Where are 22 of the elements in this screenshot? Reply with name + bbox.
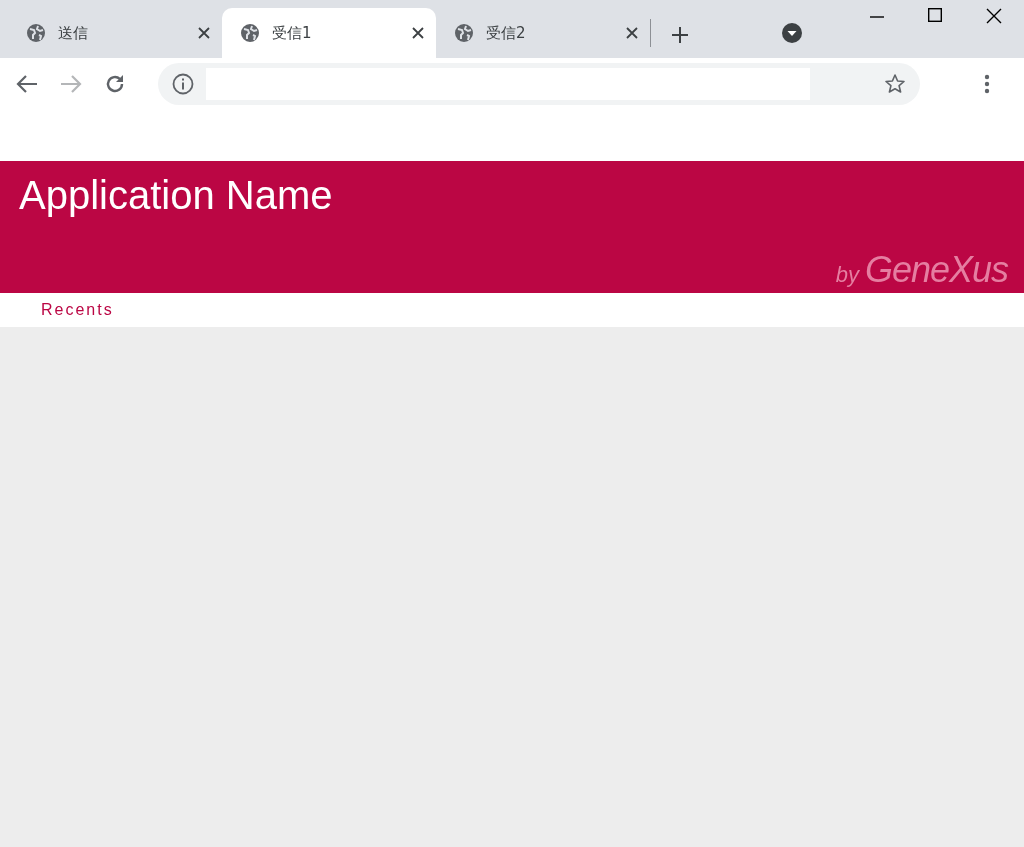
- browser-tab[interactable]: 送信: [8, 8, 222, 58]
- browser-tab[interactable]: 受信1: [222, 8, 436, 58]
- globe-icon: [26, 23, 46, 43]
- globe-icon: [240, 23, 260, 43]
- app-title: Application Name: [19, 173, 334, 218]
- close-icon[interactable]: [986, 8, 1002, 24]
- browser-tab[interactable]: 受信2: [436, 8, 650, 58]
- logo-prefix: by: [835, 262, 859, 288]
- info-icon[interactable]: [172, 73, 194, 95]
- dropdown-icon[interactable]: [781, 22, 803, 44]
- star-icon[interactable]: [884, 73, 906, 95]
- nav-link[interactable]: Recents: [41, 301, 114, 319]
- maximize-icon[interactable]: [928, 8, 942, 22]
- globe-icon: [454, 23, 474, 43]
- menu-icon[interactable]: [984, 74, 990, 94]
- close-icon[interactable]: [198, 27, 210, 39]
- reload-icon[interactable]: [104, 73, 126, 95]
- logo-text: GeneXus: [864, 249, 1008, 291]
- close-icon[interactable]: [626, 27, 638, 39]
- back-icon[interactable]: [16, 74, 38, 94]
- close-icon[interactable]: [412, 27, 424, 39]
- new-tab-icon[interactable]: [671, 26, 689, 44]
